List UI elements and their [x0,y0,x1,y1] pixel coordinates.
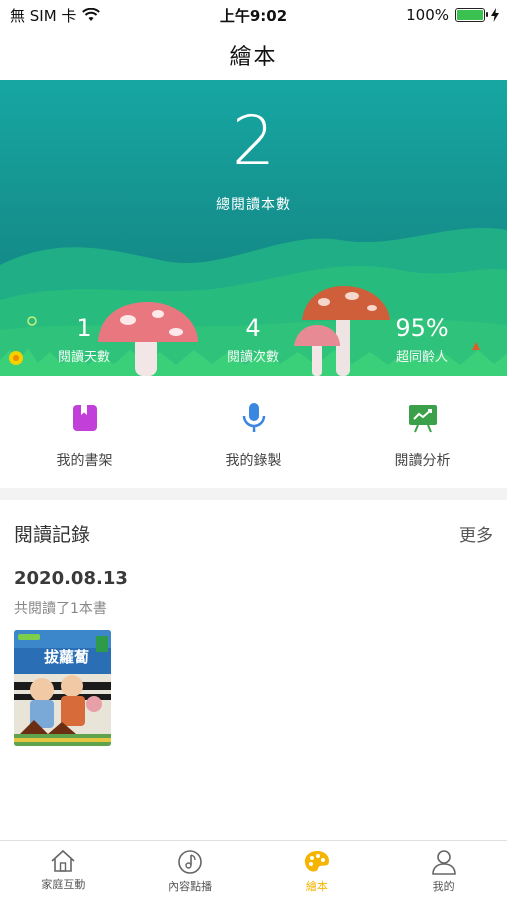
records-title: 閱讀記錄 [14,524,91,546]
tab-label: 家庭互動 [41,878,86,891]
tab-bar: 家庭互動 內容點播 繪本 我的 [0,840,507,900]
stat-reading-times: 4 閱讀次數 [193,316,313,365]
microphone-icon [238,402,270,434]
records-header: 閱讀記錄 更多 [14,520,493,547]
tab-label: 繪本 [305,880,328,893]
nav-bar: 繪本 [0,30,507,80]
stat-label: 超同齡人 [395,350,448,365]
stat-reading-days: 1 閱讀天數 [24,316,144,365]
wifi-icon [82,8,101,21]
carrier-label: 無 SIM 卡 [10,6,77,25]
tab-family-interaction[interactable]: 家庭互動 [0,841,127,900]
stat-value: 1 [76,314,92,342]
bookshelf-icon [69,402,101,434]
quick-actions: 我的書架 我的錄製 閱讀分析 [0,376,507,488]
page-title: 繪本 [229,45,278,70]
action-label: 我的錄製 [225,453,282,469]
action-my-recordings[interactable]: 我的錄製 [169,376,338,488]
records-more-link[interactable]: 更多 [459,521,493,546]
person-icon [431,850,456,875]
book-title-text: 拔蘿蔔 [44,648,89,666]
action-reading-analysis[interactable]: 閱讀分析 [338,376,507,488]
battery-percent: 100% [406,6,449,24]
book-cover[interactable]: 拔蘿蔔 [14,630,111,746]
record-date: 2020.08.13 [14,568,128,589]
stat-label: 閱讀天數 [57,350,110,365]
battery-icon [455,8,488,22]
record-summary: 共閱讀了1本書 [14,601,107,617]
status-bar: 無 SIM 卡 上午9:02 100% [0,0,507,30]
stat-value: 4 [245,314,261,342]
action-label: 閱讀分析 [394,453,451,469]
reading-summary-hero: 2 總閱讀本數 1 閱讀天數 4 閱讀次數 95% 超同齡人 [0,80,507,376]
stat-label: 閱讀次數 [226,350,279,365]
section-divider [0,488,507,500]
total-books-value: 2 [231,102,276,181]
status-left: 無 SIM 卡 [10,5,101,26]
stat-value: 95% [395,314,449,342]
house-icon [51,849,75,872]
palette-icon [304,851,329,872]
action-my-bookshelf[interactable]: 我的書架 [0,376,169,488]
status-right: 100% [406,6,499,24]
tab-content-on-demand[interactable]: 內容點播 [127,841,254,900]
tab-mine[interactable]: 我的 [380,841,507,900]
music-disc-icon [178,850,202,874]
chart-board-icon [407,402,439,434]
tab-label: 內容點播 [168,880,213,893]
tab-label: 我的 [432,880,455,893]
charging-icon [491,8,499,22]
tab-picture-books[interactable]: 繪本 [254,841,381,900]
stat-peer-percentile: 95% 超同齡人 [362,316,482,365]
total-books-label: 總閱讀本數 [216,197,291,213]
action-label: 我的書架 [56,453,113,469]
